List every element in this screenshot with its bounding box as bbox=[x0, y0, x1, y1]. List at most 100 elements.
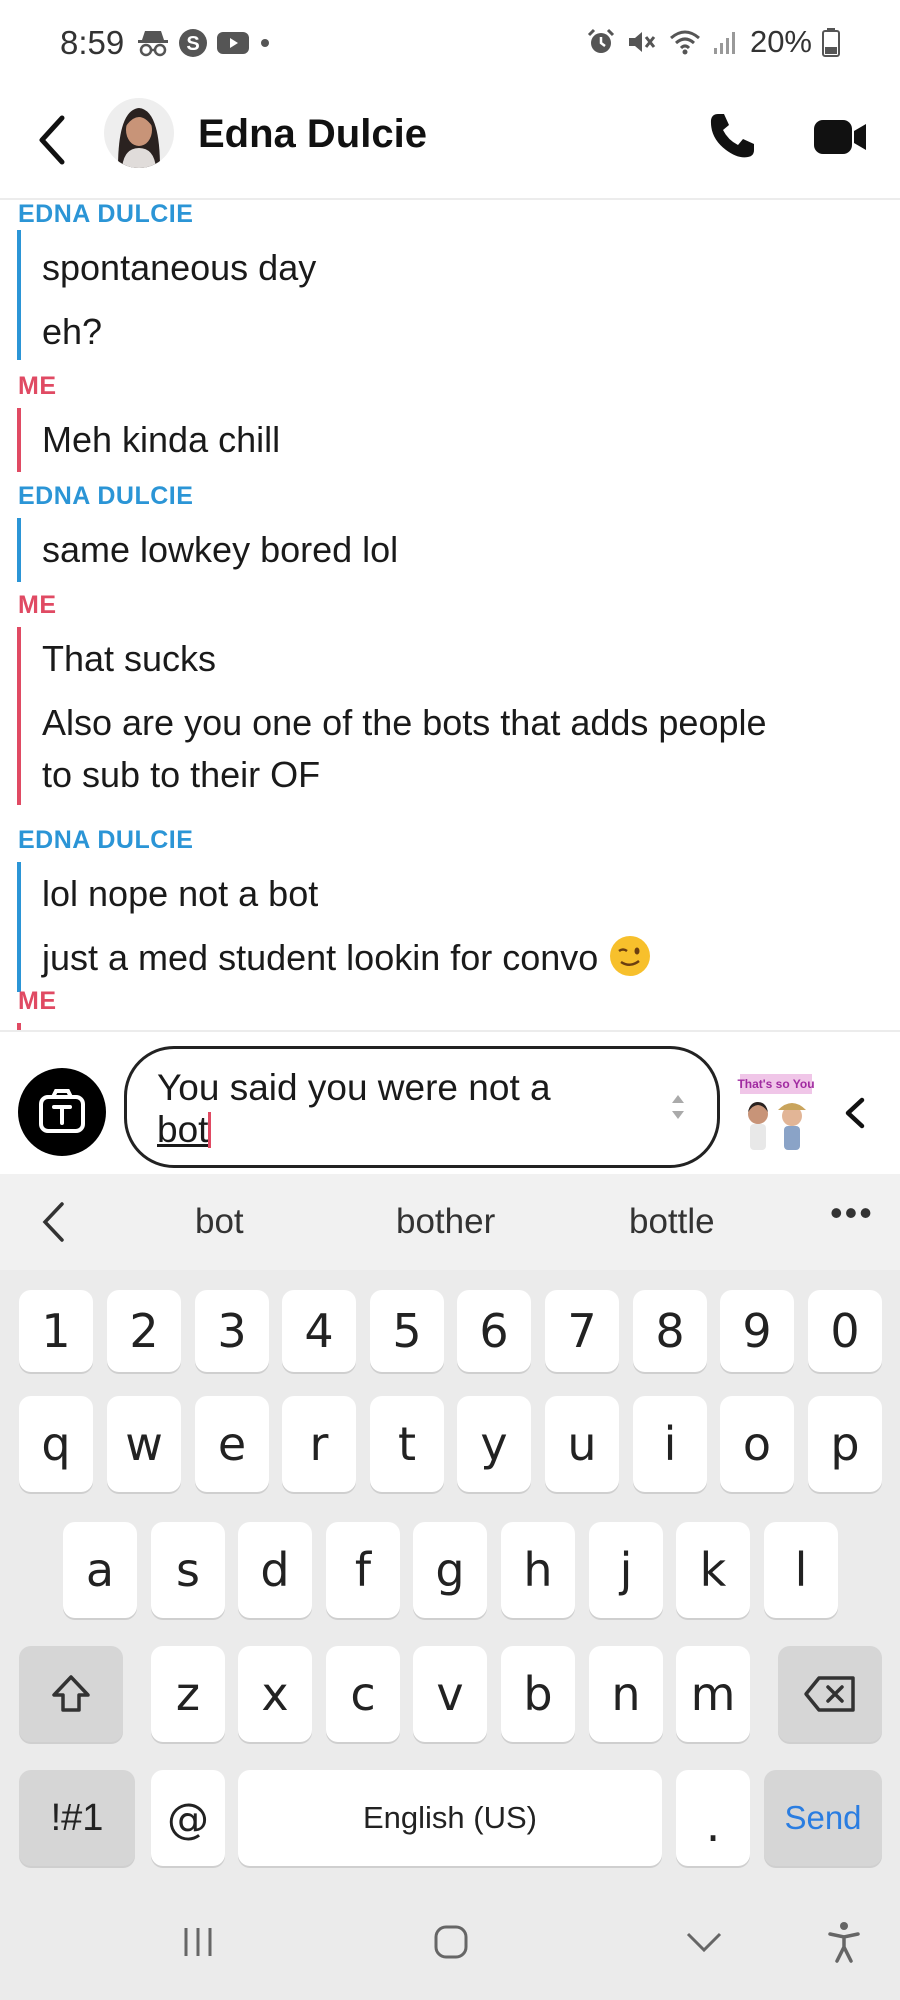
camera-button[interactable] bbox=[18, 1068, 106, 1156]
video-call-icon[interactable] bbox=[812, 116, 868, 158]
notification-icons: S bbox=[136, 28, 272, 58]
key-7[interactable]: 7 bbox=[545, 1290, 619, 1372]
status-bar: 8:59 S 20% bbox=[0, 0, 900, 90]
key-o[interactable]: o bbox=[720, 1396, 794, 1492]
message-text[interactable]: lol nope not a bot bbox=[42, 868, 872, 920]
bitmoji-sticker[interactable]: That's so You bbox=[736, 1072, 816, 1154]
key-9[interactable]: 9 bbox=[720, 1290, 794, 1372]
shift-icon bbox=[52, 1675, 90, 1712]
contact-avatar[interactable] bbox=[104, 98, 174, 168]
key-0[interactable]: 0 bbox=[808, 1290, 882, 1372]
key-6[interactable]: 6 bbox=[457, 1290, 531, 1372]
back-arrow-icon[interactable] bbox=[34, 112, 70, 168]
backspace-icon bbox=[804, 1676, 855, 1712]
message-text[interactable]: to sub to their OF bbox=[42, 749, 872, 801]
keyboard: bot bother bottle ••• 1 2 3 4 5 6 7 8 9 … bbox=[0, 1174, 900, 2000]
hide-keyboard-icon[interactable] bbox=[684, 1928, 724, 1956]
key-f[interactable]: f bbox=[326, 1522, 400, 1618]
wink-emoji-icon bbox=[610, 936, 651, 976]
message-text[interactable]: spontaneous day bbox=[42, 242, 872, 294]
message-input[interactable]: You said you were not a bot bbox=[124, 1046, 720, 1168]
text-camera-icon bbox=[39, 1089, 85, 1133]
recent-apps-icon[interactable] bbox=[180, 1924, 216, 1960]
key-3[interactable]: 3 bbox=[195, 1290, 269, 1372]
key-1[interactable]: 1 bbox=[19, 1290, 93, 1372]
key-h[interactable]: h bbox=[501, 1522, 575, 1618]
key-e[interactable]: e bbox=[195, 1396, 269, 1492]
key-4[interactable]: 4 bbox=[282, 1290, 356, 1372]
key-m[interactable]: m bbox=[676, 1646, 750, 1742]
signal-icon bbox=[713, 32, 735, 54]
symbols-key[interactable]: !#1 bbox=[19, 1770, 135, 1866]
sender-label: EDNA DULCIE bbox=[18, 200, 194, 228]
text-caret bbox=[208, 1112, 212, 1148]
key-v[interactable]: v bbox=[413, 1646, 487, 1742]
svg-text:S: S bbox=[186, 33, 199, 55]
message-text[interactable]: eh? bbox=[42, 306, 872, 358]
key-g[interactable]: g bbox=[413, 1522, 487, 1618]
suggestion-word[interactable]: bot bbox=[195, 1202, 244, 1242]
key-a[interactable]: a bbox=[63, 1522, 137, 1618]
message-bar bbox=[17, 230, 21, 360]
key-z[interactable]: z bbox=[151, 1646, 225, 1742]
period-key[interactable]: . bbox=[676, 1770, 750, 1866]
expand-handle-icon[interactable] bbox=[669, 1091, 687, 1123]
svg-text:That's so You: That's so You bbox=[737, 1077, 814, 1091]
sender-label: ME bbox=[18, 591, 57, 619]
key-y[interactable]: y bbox=[457, 1396, 531, 1492]
message-text[interactable]: just a med student lookin for convo bbox=[42, 932, 872, 984]
message-text-content: just a med student lookin for convo bbox=[42, 937, 599, 978]
s-app-icon: S bbox=[179, 29, 207, 57]
more-options-button[interactable]: ••• bbox=[830, 1192, 874, 1234]
battery-percent: 20% bbox=[749, 24, 812, 59]
wifi-icon bbox=[669, 30, 700, 55]
key-p[interactable]: p bbox=[808, 1396, 882, 1492]
key-n[interactable]: n bbox=[589, 1646, 663, 1742]
suggestion-word[interactable]: bottle bbox=[629, 1202, 715, 1242]
key-d[interactable]: d bbox=[238, 1522, 312, 1618]
key-b[interactable]: b bbox=[501, 1646, 575, 1742]
space-key[interactable]: English (US) bbox=[238, 1770, 662, 1866]
accessibility-icon[interactable] bbox=[826, 1920, 862, 1964]
message-text[interactable]: That sucks bbox=[42, 633, 872, 685]
suggestion-word[interactable]: bother bbox=[396, 1202, 495, 1242]
chevron-left-icon[interactable] bbox=[842, 1096, 866, 1130]
message-composer: You said you were not a bot That's so Yo… bbox=[0, 1030, 900, 1174]
key-u[interactable]: u bbox=[545, 1396, 619, 1492]
message-bar bbox=[17, 1023, 21, 1030]
contact-name[interactable]: Edna Dulcie bbox=[198, 112, 427, 157]
message-bar bbox=[17, 518, 21, 582]
key-x[interactable]: x bbox=[238, 1646, 312, 1742]
key-k[interactable]: k bbox=[676, 1522, 750, 1618]
message-text[interactable]: Meh kinda chill bbox=[42, 414, 872, 466]
backspace-key[interactable] bbox=[778, 1646, 882, 1742]
system-nav-bar bbox=[0, 1890, 900, 2000]
key-i[interactable]: i bbox=[633, 1396, 707, 1492]
key-r[interactable]: r bbox=[282, 1396, 356, 1492]
key-s[interactable]: s bbox=[151, 1522, 225, 1618]
message-text[interactable]: same lowkey bored lol bbox=[42, 524, 872, 576]
send-key[interactable]: Send bbox=[764, 1770, 882, 1866]
key-8[interactable]: 8 bbox=[633, 1290, 707, 1372]
phone-call-icon[interactable] bbox=[706, 110, 758, 162]
suggestion-bar: bot bother bottle ••• bbox=[0, 1174, 900, 1270]
message-bar bbox=[17, 862, 21, 992]
shift-key[interactable] bbox=[19, 1646, 123, 1742]
key-q[interactable]: q bbox=[19, 1396, 93, 1492]
message-text[interactable]: Also are you one of the bots that adds p… bbox=[42, 697, 872, 749]
key-5[interactable]: 5 bbox=[370, 1290, 444, 1372]
at-key[interactable]: @ bbox=[151, 1770, 225, 1866]
input-line-2: bot bbox=[157, 1109, 209, 1150]
key-c[interactable]: c bbox=[326, 1646, 400, 1742]
key-w[interactable]: w bbox=[107, 1396, 181, 1492]
suggestion-back-icon[interactable] bbox=[40, 1200, 66, 1244]
key-t[interactable]: t bbox=[370, 1396, 444, 1492]
message-bar bbox=[17, 408, 21, 472]
chat-header: Edna Dulcie bbox=[0, 90, 900, 200]
key-2[interactable]: 2 bbox=[107, 1290, 181, 1372]
home-icon[interactable] bbox=[433, 1924, 469, 1960]
key-j[interactable]: j bbox=[589, 1522, 663, 1618]
key-l[interactable]: l bbox=[764, 1522, 838, 1618]
input-text[interactable]: You said you were not a bot bbox=[157, 1067, 637, 1151]
battery-icon bbox=[822, 28, 840, 57]
